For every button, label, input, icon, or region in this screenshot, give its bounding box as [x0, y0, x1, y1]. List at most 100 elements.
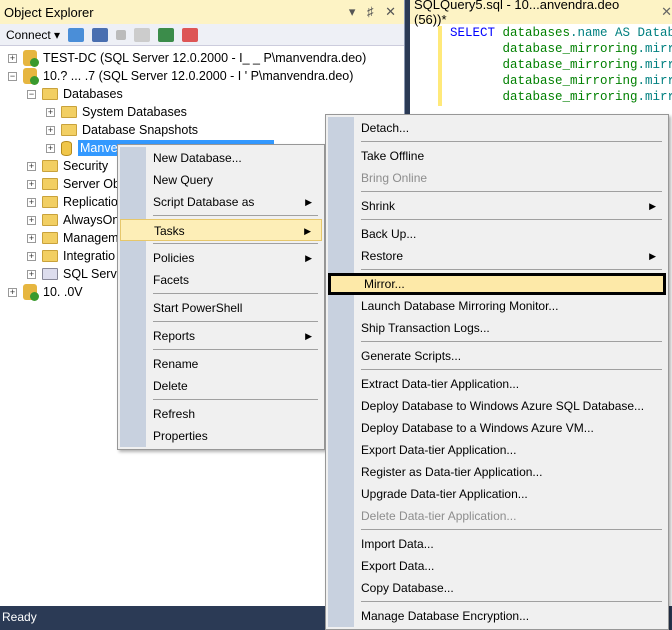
menu-item-label: Register as Data-tier Application... [361, 465, 543, 479]
panel-window-controls[interactable]: ▾ ♯ ✕ [349, 4, 400, 20]
menu-item-detach[interactable]: Detach... [328, 117, 666, 139]
folder-icon [42, 214, 58, 226]
connect-icon[interactable] [68, 27, 85, 42]
connect-button[interactable]: Connect ▾ [6, 28, 60, 42]
code-token: databases [502, 26, 571, 40]
menu-item-label: Start PowerShell [153, 301, 243, 315]
folder-icon [42, 178, 58, 190]
submenu-arrow-icon: ▶ [649, 201, 656, 211]
menu-item-script-database-as[interactable]: Script Database as ▶ [120, 191, 322, 213]
tree-node-label[interactable]: Replicatio [63, 195, 118, 209]
menu-item-delete-data-tier-application: Delete Data-tier Application... [328, 505, 666, 527]
menu-item-label: Refresh [153, 407, 196, 421]
tree-node-label[interactable]: Database Snapshots [82, 123, 198, 137]
menu-item-export-data[interactable]: Export Data... [328, 555, 666, 577]
menu-item-take-offline[interactable]: Take Offline [328, 145, 666, 167]
editor-tab[interactable]: SQLQuery5.sql - 10...anvendra.deo (56))*… [410, 0, 672, 27]
menu-item-upgrade-data-tier-application[interactable]: Upgrade Data-tier Application... [328, 483, 666, 505]
panel-title: Object Explorer [4, 4, 94, 20]
expand-icon[interactable]: + [27, 179, 36, 189]
collapse-icon[interactable]: − [8, 71, 17, 81]
folder-icon [42, 88, 58, 100]
menu-item-label: New Database... [153, 151, 242, 165]
menu-item-restore[interactable]: Restore ▶ [328, 245, 666, 267]
menu-item-properties[interactable]: Properties [120, 425, 322, 447]
menu-item-label: Export Data-tier Application... [361, 443, 517, 457]
menu-item-export-data-tier-application[interactable]: Export Data-tier Application... [328, 439, 666, 461]
menu-item-tasks[interactable]: Tasks ▶ [120, 219, 322, 241]
code-token: .name AS Databas [570, 26, 672, 40]
disconnect-icon[interactable] [92, 27, 109, 42]
folder-icon [61, 124, 77, 136]
menu-item-register-as-data-tier-application[interactable]: Register as Data-tier Application... [328, 461, 666, 483]
expand-icon[interactable]: + [46, 107, 55, 117]
tree-node-label[interactable]: Databases [63, 87, 123, 101]
tree-node-label[interactable]: Managem [63, 231, 119, 245]
tree-node[interactable]: − Databases [0, 85, 404, 103]
expand-icon[interactable]: + [46, 143, 55, 153]
close-tab-icon[interactable]: ✕ [661, 4, 672, 20]
submenu-arrow-icon: ▶ [304, 226, 311, 236]
menu-item-new-query[interactable]: New Query [120, 169, 322, 191]
stop-icon[interactable] [116, 29, 127, 40]
expand-icon[interactable]: + [8, 53, 17, 63]
tree-node-label[interactable]: Server Obj [63, 177, 123, 191]
menu-item-mirror[interactable]: Mirror... [328, 273, 666, 295]
expand-icon[interactable]: + [27, 161, 36, 171]
menu-item-reports[interactable]: Reports ▶ [120, 325, 322, 347]
folder-icon [61, 106, 77, 118]
tree-node-label[interactable]: TEST-DC (SQL Server 12.0.2000 - I_ _ P\m… [43, 51, 366, 65]
editor-tab-title[interactable]: SQLQuery5.sql - 10...anvendra.deo (56))* [414, 0, 653, 27]
menu-item-rename[interactable]: Rename [120, 353, 322, 375]
menu-item-back-up[interactable]: Back Up... [328, 223, 666, 245]
filter-icon[interactable] [134, 27, 151, 42]
tree-node-label[interactable]: 10.? ... .7 (SQL Server 12.0.2000 - I ' … [43, 69, 353, 83]
menu-item-launch-database-mirroring-monitor[interactable]: Launch Database Mirroring Monitor... [328, 295, 666, 317]
expand-icon[interactable]: + [27, 251, 36, 261]
menu-item-facets[interactable]: Facets [120, 269, 322, 291]
object-explorer-toolbar: Connect ▾ [0, 24, 404, 46]
menu-item-delete[interactable]: Delete [120, 375, 322, 397]
expand-icon[interactable]: + [46, 125, 55, 135]
menu-item-import-data[interactable]: Import Data... [328, 533, 666, 555]
refresh-icon[interactable] [158, 27, 175, 42]
collapse-icon[interactable]: − [27, 89, 36, 99]
tree-node-label[interactable]: System Databases [82, 105, 187, 119]
menu-item-deploy-database-to-windows-azure-sql-database[interactable]: Deploy Database to Windows Azure SQL Dat… [328, 395, 666, 417]
tree-node-label[interactable]: AlwaysOn [63, 213, 119, 227]
menu-item-generate-scripts[interactable]: Generate Scripts... [328, 345, 666, 367]
menu-item-label: Import Data... [361, 537, 434, 551]
menu-item-deploy-database-to-a-windows-azure-vm[interactable]: Deploy Database to a Windows Azure VM... [328, 417, 666, 439]
activity-monitor-icon[interactable] [182, 27, 199, 42]
menu-item-extract-data-tier-application[interactable]: Extract Data-tier Application... [328, 373, 666, 395]
tree-node-label[interactable]: Integratio [63, 249, 115, 263]
db-icon [61, 140, 72, 156]
tree-node[interactable]: − 10.? ... .7 (SQL Server 12.0.2000 - I '… [0, 67, 404, 85]
database-context-menu: New Database... New Query Script Database … [117, 144, 325, 450]
menu-item-refresh[interactable]: Refresh [120, 403, 322, 425]
menu-item-label: Deploy Database to a Windows Azure VM... [361, 421, 594, 435]
menu-item-copy-database[interactable]: Copy Database... [328, 577, 666, 599]
tree-node-label[interactable]: 10. .0V [43, 285, 83, 299]
expand-icon[interactable]: + [27, 215, 36, 225]
expand-icon[interactable]: + [27, 197, 36, 207]
menu-item-policies[interactable]: Policies ▶ [120, 247, 322, 269]
menu-item-new-database[interactable]: New Database... [120, 147, 322, 169]
menu-item-manage-database-encryption[interactable]: Manage Database Encryption... [328, 605, 666, 627]
submenu-arrow-icon: ▶ [305, 197, 312, 207]
menu-item-start-powershell[interactable]: Start PowerShell [120, 297, 322, 319]
menu-item-ship-transaction-logs[interactable]: Ship Transaction Logs... [328, 317, 666, 339]
code-area[interactable]: SELECT databases.name AS Databas databas… [438, 26, 672, 106]
tree-node-label[interactable]: SQL Serve [63, 267, 124, 281]
menu-item-label: Take Offline [361, 149, 425, 163]
menu-item-label: Mirror... [364, 277, 405, 291]
menu-item-shrink[interactable]: Shrink ▶ [328, 195, 666, 217]
expand-icon[interactable]: + [27, 269, 36, 279]
menu-item-label: Deploy Database to Windows Azure SQL Dat… [361, 399, 645, 413]
tree-node[interactable]: + TEST-DC (SQL Server 12.0.2000 - I_ _ P\… [0, 49, 404, 67]
expand-icon[interactable]: + [8, 287, 17, 297]
menu-item-label: Bring Online [361, 171, 428, 185]
tree-node-label[interactable]: Security [63, 159, 108, 173]
expand-icon[interactable]: + [27, 233, 36, 243]
